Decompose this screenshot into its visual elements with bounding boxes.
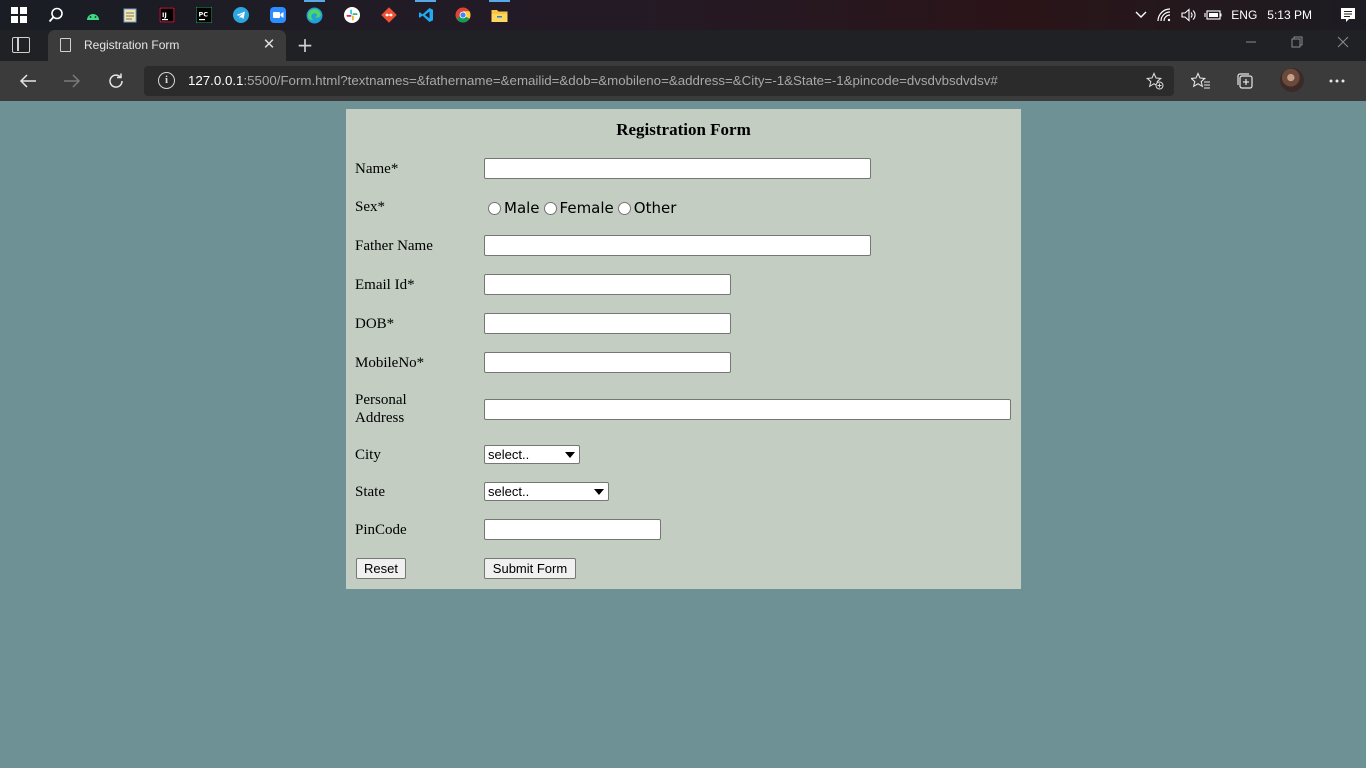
volume-icon[interactable]: [1177, 0, 1201, 30]
reset-button[interactable]: Reset: [356, 558, 406, 579]
svg-text:PC: PC: [198, 11, 208, 19]
profile-avatar[interactable]: [1280, 68, 1304, 92]
address-input[interactable]: [484, 399, 1011, 420]
state-label: State: [355, 484, 385, 500]
pincode-label: PinCode: [355, 522, 407, 538]
city-select[interactable]: select..: [484, 445, 580, 464]
minimize-button[interactable]: [1228, 32, 1274, 56]
url-host: 127.0.0.1: [188, 73, 244, 88]
new-tab-button[interactable]: +: [294, 33, 316, 57]
forward-arrow-icon[interactable]: [60, 69, 84, 93]
name-input[interactable]: [484, 158, 871, 179]
tab-registration-form[interactable]: Registration Form ✕: [48, 30, 286, 61]
sex-label: Sex*: [355, 199, 385, 215]
url-text[interactable]: 127.0.0.1:5500/Form.html?textnames=&fath…: [188, 73, 998, 88]
browser-toolbar: i 127.0.0.1:5500/Form.html?textnames=&fa…: [0, 61, 1366, 101]
city-label: City: [355, 447, 381, 463]
restore-button[interactable]: [1274, 32, 1320, 56]
chevron-down-icon: [594, 489, 604, 495]
system-tray: ENG 5:13 PM: [1129, 0, 1366, 30]
sex-option-label: Other: [633, 199, 677, 217]
city-select-value: select..: [488, 447, 530, 462]
close-tab-icon[interactable]: ✕: [260, 35, 278, 53]
chrome-icon[interactable]: [444, 0, 481, 30]
refresh-icon[interactable]: [104, 69, 128, 93]
address-label-line2: Address: [355, 410, 405, 426]
radio-button[interactable]: [488, 201, 501, 215]
tab-actions-icon[interactable]: [12, 37, 30, 53]
dob-input[interactable]: [484, 313, 731, 334]
taskbar-app-list: IJ PC: [0, 0, 518, 30]
svg-text:IJ: IJ: [162, 11, 167, 19]
android-studio-icon[interactable]: [74, 0, 111, 30]
address-bar[interactable]: i 127.0.0.1:5500/Form.html?textnames=&fa…: [144, 66, 1174, 96]
chevron-down-icon: [565, 452, 575, 458]
tab-title: Registration Form: [84, 38, 180, 52]
chevron-up-icon[interactable]: [1129, 0, 1153, 30]
windows-start-icon[interactable]: [0, 0, 37, 30]
sex-option-other[interactable]: Other: [617, 199, 677, 217]
sex-option-female[interactable]: Female: [543, 199, 614, 217]
radio-button[interactable]: [543, 201, 557, 215]
mobile-label: MobileNo*: [355, 355, 425, 371]
dob-label: DOB*: [355, 316, 395, 332]
state-select[interactable]: select..: [484, 482, 609, 501]
page-icon: [60, 38, 71, 52]
collections-icon[interactable]: [1234, 70, 1256, 92]
pincode-input[interactable]: [484, 519, 661, 540]
zoom-icon[interactable]: [259, 0, 296, 30]
more-options-icon[interactable]: [1326, 70, 1348, 92]
father-name-label: Father Name: [355, 238, 433, 254]
vscode-icon[interactable]: [407, 0, 444, 30]
mobile-input[interactable]: [484, 352, 731, 373]
sex-option-label: Female: [559, 199, 614, 217]
registration-form: Registration Form Name* Sex* Father Name…: [346, 109, 1021, 589]
notepad-icon[interactable]: [111, 0, 148, 30]
email-input[interactable]: [484, 274, 731, 295]
submit-form-button[interactable]: Submit Form: [484, 558, 576, 579]
email-label: Email Id*: [355, 277, 415, 293]
sex-radio-group: Male Female Other: [488, 198, 680, 218]
git-icon[interactable]: [370, 0, 407, 30]
sex-option-male[interactable]: Male: [488, 199, 540, 217]
notification-icon[interactable]: [1330, 7, 1366, 23]
sex-option-label: Male: [504, 199, 540, 217]
file-explorer-icon[interactable]: [481, 0, 518, 30]
slack-icon[interactable]: [333, 0, 370, 30]
form-title: Registration Form: [616, 120, 751, 139]
father-name-input[interactable]: [484, 235, 871, 256]
state-select-value: select..: [488, 484, 530, 499]
language-indicator[interactable]: ENG: [1231, 8, 1257, 22]
address-label-line1: Personal: [355, 392, 407, 408]
windows-taskbar: IJ PC ENG 5:13 PM: [0, 0, 1366, 30]
name-label: Name*: [355, 161, 399, 177]
search-icon[interactable]: [37, 0, 74, 30]
taskbar-clock[interactable]: 5:13 PM: [1267, 8, 1312, 22]
site-info-icon[interactable]: i: [158, 72, 175, 89]
url-path: :5500/Form.html?textnames=&fathername=&e…: [243, 73, 998, 88]
close-window-button[interactable]: [1320, 32, 1366, 56]
favorites-icon[interactable]: [1190, 70, 1212, 92]
add-favorite-icon[interactable]: [1145, 72, 1164, 90]
wifi-icon[interactable]: [1153, 0, 1177, 30]
radio-button[interactable]: [617, 201, 631, 215]
battery-icon[interactable]: [1201, 0, 1225, 30]
intellij-icon[interactable]: IJ: [148, 0, 185, 30]
edge-icon[interactable]: [296, 0, 333, 30]
pycharm-icon[interactable]: PC: [185, 0, 222, 30]
telegram-icon[interactable]: [222, 0, 259, 30]
back-arrow-icon[interactable]: [16, 69, 40, 93]
